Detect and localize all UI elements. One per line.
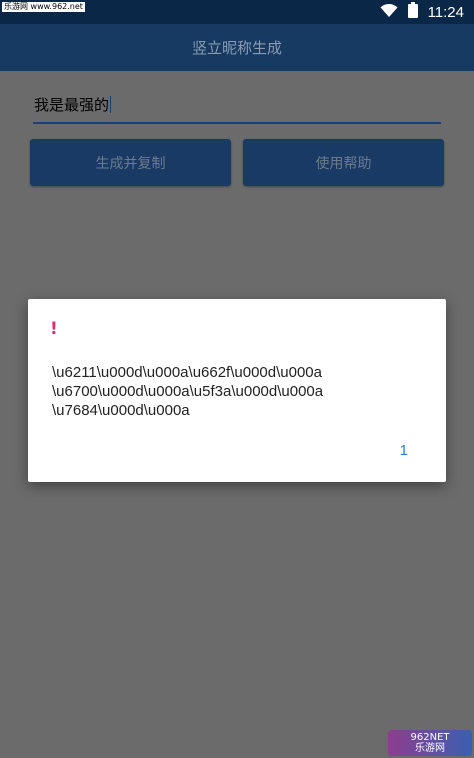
result-dialog: ! \u6211\u000d\u000a\u662f\u000d\u000a \… [28,299,446,482]
battery-icon [407,2,418,22]
watermark-label: 乐游网 www.962.net [2,2,85,12]
dialog-confirm-button[interactable]: 1 [400,442,408,459]
status-bar: 乐游网 www.962.net 11:24 [0,0,474,24]
help-button-label: 使用帮助 [315,155,372,172]
status-time: 11:24 [427,3,464,21]
footer-watermark-line2: 乐游网 [415,743,445,754]
generate-copy-button[interactable]: 生成并复制 [30,139,231,186]
text-cursor [110,96,112,113]
status-indicators: 11:24 [380,2,464,22]
wifi-icon [380,3,398,22]
nickname-input[interactable]: 我是最强的 [33,88,441,124]
dialog-message: \u6211\u000d\u000a\u662f\u000d\u000a \u6… [52,364,324,419]
page-title: 竖立昵称生成 [191,39,282,57]
nickname-input-value[interactable]: 我是最强的 [34,94,112,115]
app-screen: 乐游网 www.962.net 11:24 竖立昵称生成 我是最强的 生成并复制… [0,0,474,758]
help-button[interactable]: 使用帮助 [243,139,444,186]
generate-copy-button-label: 生成并复制 [95,155,166,172]
footer-watermark: 962NET 乐游网 [388,730,472,756]
nickname-input-text: 我是最强的 [34,96,110,114]
dialog-title: ! [50,319,58,339]
footer-watermark-line1: 962NET [410,732,450,743]
app-bar: 竖立昵称生成 [0,24,474,71]
